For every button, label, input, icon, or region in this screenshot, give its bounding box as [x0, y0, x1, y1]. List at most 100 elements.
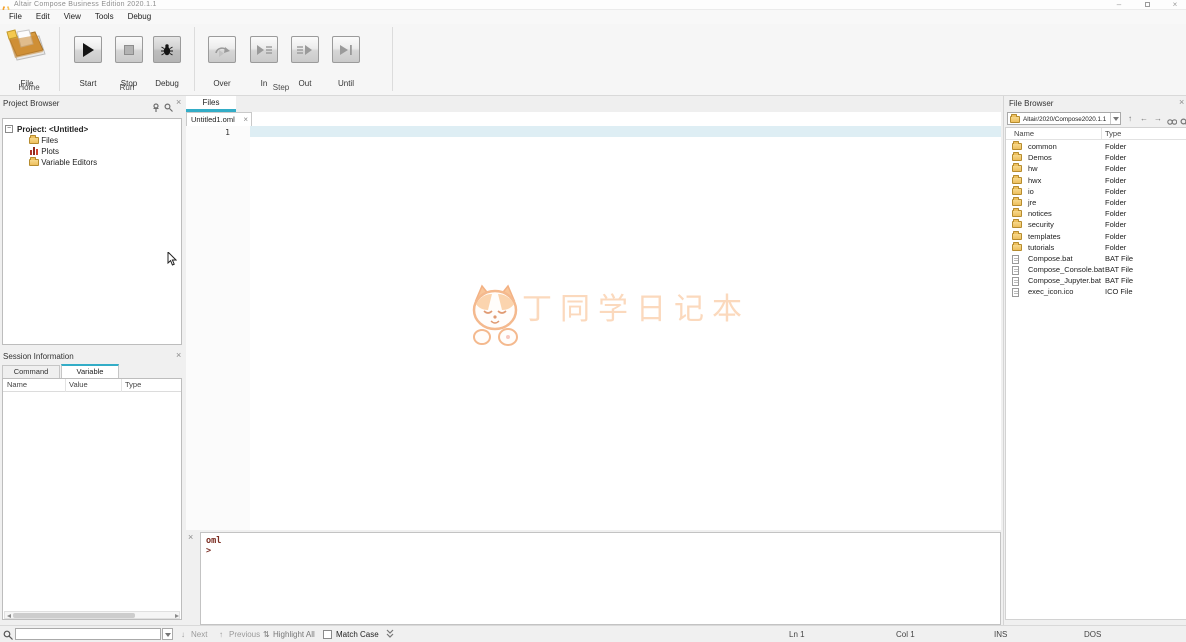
menu-file[interactable]: File	[2, 10, 29, 24]
menu-view[interactable]: View	[57, 10, 88, 24]
file-row[interactable]: templates Folder	[1006, 230, 1186, 242]
up-directory-icon[interactable]: ↑	[1124, 112, 1136, 125]
file-name: security	[1028, 220, 1054, 230]
tree-item-files[interactable]: Files	[29, 135, 58, 146]
previous-arrow-icon[interactable]: ↑	[219, 630, 223, 639]
find-next-button[interactable]: Next	[191, 630, 207, 639]
tree-item-plots[interactable]: Plots	[29, 146, 59, 157]
file-row[interactable]: exec_icon.ico ICO File	[1006, 286, 1186, 298]
project-root-node[interactable]: Project: <Untitled>	[17, 124, 88, 135]
title-bar: Altair Compose Business Edition 2020.1.1…	[0, 0, 1186, 15]
column-value[interactable]: Value	[69, 379, 88, 391]
oml-command-window[interactable]: oml >	[200, 532, 1001, 625]
step-until-caption: Until	[337, 79, 354, 88]
step-over-button[interactable]	[208, 36, 236, 63]
file-type: ICO File	[1105, 287, 1133, 297]
file-button[interactable]	[5, 28, 49, 71]
file-row[interactable]: io Folder	[1006, 185, 1186, 197]
file-row[interactable]: security Folder	[1006, 219, 1186, 230]
ribbon-toolbar: File Home Start Stop Debug Run Over In O…	[0, 24, 1186, 96]
file-row[interactable]: notices Folder	[1006, 208, 1186, 219]
status-bar: ↓ Next ↑ Previous ⇅ Highlight All Match …	[0, 625, 1186, 642]
start-button[interactable]	[74, 36, 102, 63]
file-row[interactable]: tutorials Folder	[1006, 241, 1186, 253]
folder-icon	[1012, 152, 1022, 162]
file-row[interactable]: jre Folder	[1006, 196, 1186, 208]
file-row[interactable]: Compose_Console.bat BAT File	[1006, 264, 1186, 276]
back-icon[interactable]: ←	[1138, 112, 1150, 125]
forward-icon[interactable]: →	[1152, 112, 1164, 125]
file-browser-close-icon[interactable]: ×	[1179, 98, 1184, 107]
path-combo[interactable]: Altair/2020/Compose2020.1.1	[1007, 112, 1121, 125]
tree-item-variable-editors[interactable]: Variable Editors	[29, 157, 97, 168]
ico-file-icon	[1012, 288, 1019, 298]
session-info-close-icon[interactable]: ×	[176, 351, 181, 360]
menu-edit[interactable]: Edit	[29, 10, 57, 24]
tree-item-plots-label: Plots	[41, 147, 60, 156]
highlight-arrows-icon[interactable]: ⇅	[263, 630, 270, 639]
step-over-caption: Over	[213, 79, 231, 88]
file-row[interactable]: common Folder	[1006, 141, 1186, 152]
search-icon[interactable]	[164, 99, 173, 117]
debug-button[interactable]	[153, 36, 181, 63]
file-row[interactable]: Compose.bat BAT File	[1006, 253, 1186, 264]
session-info-header: Session Information ×	[0, 350, 185, 364]
expand-options-icon[interactable]	[386, 629, 394, 641]
file-list-header: Name Type	[1006, 128, 1186, 140]
tab-files[interactable]: Files	[186, 96, 236, 112]
menu-bar: File Edit View Tools Debug	[0, 10, 1186, 24]
line-number: 1	[225, 128, 230, 137]
step-out-button[interactable]	[291, 36, 319, 63]
column-type[interactable]: Type	[1105, 128, 1121, 140]
close-button[interactable]: ×	[1168, 0, 1182, 10]
scrollbar-thumb[interactable]	[13, 613, 135, 618]
highlight-all-button[interactable]: Highlight All	[273, 630, 315, 639]
tree-expander[interactable]: −	[5, 125, 13, 133]
column-type[interactable]: Type	[125, 379, 141, 391]
step-in-icon	[257, 44, 272, 55]
step-until-button[interactable]	[332, 36, 360, 63]
pin-icon[interactable]	[152, 99, 161, 117]
find-history-dropdown[interactable]	[162, 628, 173, 640]
file-row[interactable]: Demos Folder	[1006, 152, 1186, 163]
file-list: Name Type common Folder Demos Folder hw Fol…	[1005, 127, 1186, 620]
menu-debug[interactable]: Debug	[121, 10, 159, 24]
doc-tab-close-icon[interactable]: ×	[243, 115, 248, 124]
file-name: Compose_Jupyter.bat	[1028, 276, 1101, 286]
next-arrow-icon[interactable]: ↓	[181, 630, 185, 639]
file-row[interactable]: Compose_Jupyter.bat BAT File	[1006, 275, 1186, 287]
restore-button[interactable]	[1140, 0, 1154, 10]
match-case-label[interactable]: Match Case	[336, 630, 379, 639]
column-name[interactable]: Name	[7, 379, 27, 391]
stop-button[interactable]	[115, 36, 143, 63]
match-case-checkbox[interactable]	[323, 630, 332, 639]
step-until-icon	[340, 44, 352, 55]
file-row[interactable]: hwx Folder	[1006, 174, 1186, 186]
find-input[interactable]	[15, 628, 161, 640]
path-dropdown[interactable]	[1110, 113, 1120, 124]
file-browser-title: File Browser	[1009, 99, 1054, 108]
scroll-left-icon[interactable]	[7, 613, 11, 618]
file-row[interactable]: hw Folder	[1006, 163, 1186, 174]
file-type: Folder	[1105, 231, 1127, 241]
step-in-button[interactable]	[250, 36, 278, 63]
scroll-right-icon[interactable]	[175, 613, 179, 618]
code-editor[interactable]: 1 Untitled1.oml × 丁同学日记本	[186, 112, 1001, 530]
minimize-button[interactable]: –	[1112, 0, 1126, 10]
project-browser-close-icon[interactable]: ×	[176, 98, 181, 107]
column-name[interactable]: Name	[1014, 128, 1034, 140]
file-type: Folder	[1105, 164, 1127, 174]
file-name: io	[1028, 186, 1034, 196]
column-divider	[1101, 128, 1102, 140]
tab-command-history[interactable]: Command History	[2, 365, 60, 388]
find-previous-button[interactable]: Previous	[229, 630, 260, 639]
status-line: Ln 1	[789, 630, 805, 639]
file-type: Folder	[1105, 197, 1127, 207]
menu-tools[interactable]: Tools	[88, 10, 121, 24]
tab-variable-browser[interactable]: Variable Browser	[61, 364, 119, 387]
horizontal-scrollbar[interactable]	[4, 611, 180, 619]
project-tree: − Project: <Untitled> Files Plots Variab…	[2, 118, 182, 345]
status-column: Col 1	[896, 630, 915, 639]
command-window-close-icon[interactable]: ×	[188, 533, 193, 542]
tab-untitled1-oml[interactable]: Untitled1.oml ×	[186, 112, 252, 126]
